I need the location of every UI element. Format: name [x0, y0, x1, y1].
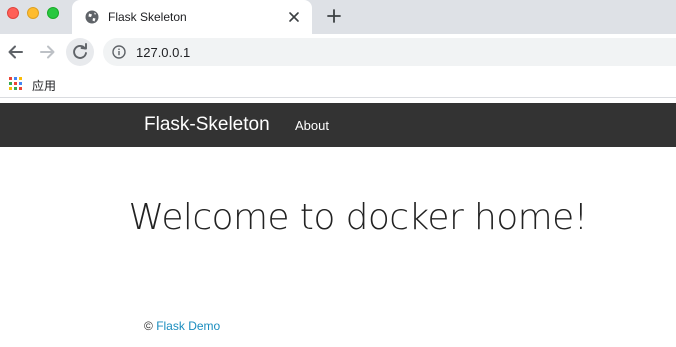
reload-button[interactable] — [66, 38, 94, 66]
minimize-window-button[interactable] — [27, 7, 39, 19]
browser-toolbar: 127.0.0.1 — [0, 34, 676, 70]
copyright-symbol: © — [144, 319, 153, 333]
info-icon[interactable] — [112, 45, 126, 59]
footer: © Flask Demo — [144, 319, 220, 333]
apps-bookmark-label[interactable]: 应用 — [32, 77, 56, 94]
url-text[interactable]: 127.0.0.1 — [136, 45, 190, 60]
footer-link[interactable]: Flask Demo — [156, 319, 220, 333]
navbar-brand[interactable]: Flask-Skeleton — [144, 114, 270, 136]
site-navbar: Flask-Skeleton About — [0, 103, 676, 147]
browser-tab[interactable]: Flask Skeleton — [72, 0, 312, 34]
apps-grid-icon[interactable] — [9, 77, 22, 90]
hero-section: Welcome to docker home! — [0, 197, 676, 238]
tab-title: Flask Skeleton — [108, 10, 187, 24]
globe-icon — [85, 10, 99, 24]
arrow-right-icon[interactable] — [37, 42, 57, 62]
close-window-button[interactable] — [7, 7, 19, 19]
address-bar[interactable]: 127.0.0.1 — [103, 38, 676, 66]
arrow-left-icon[interactable] — [6, 42, 26, 62]
tab-strip: Flask Skeleton — [0, 0, 676, 34]
reload-icon — [73, 43, 87, 59]
maximize-window-button[interactable] — [47, 7, 59, 19]
page-heading: Welcome to docker home! — [128, 197, 588, 238]
nav-link-about[interactable]: About — [295, 118, 329, 133]
plus-icon[interactable] — [326, 8, 342, 24]
bookmarks-bar: 应用 — [0, 70, 676, 98]
close-icon[interactable] — [286, 9, 302, 25]
